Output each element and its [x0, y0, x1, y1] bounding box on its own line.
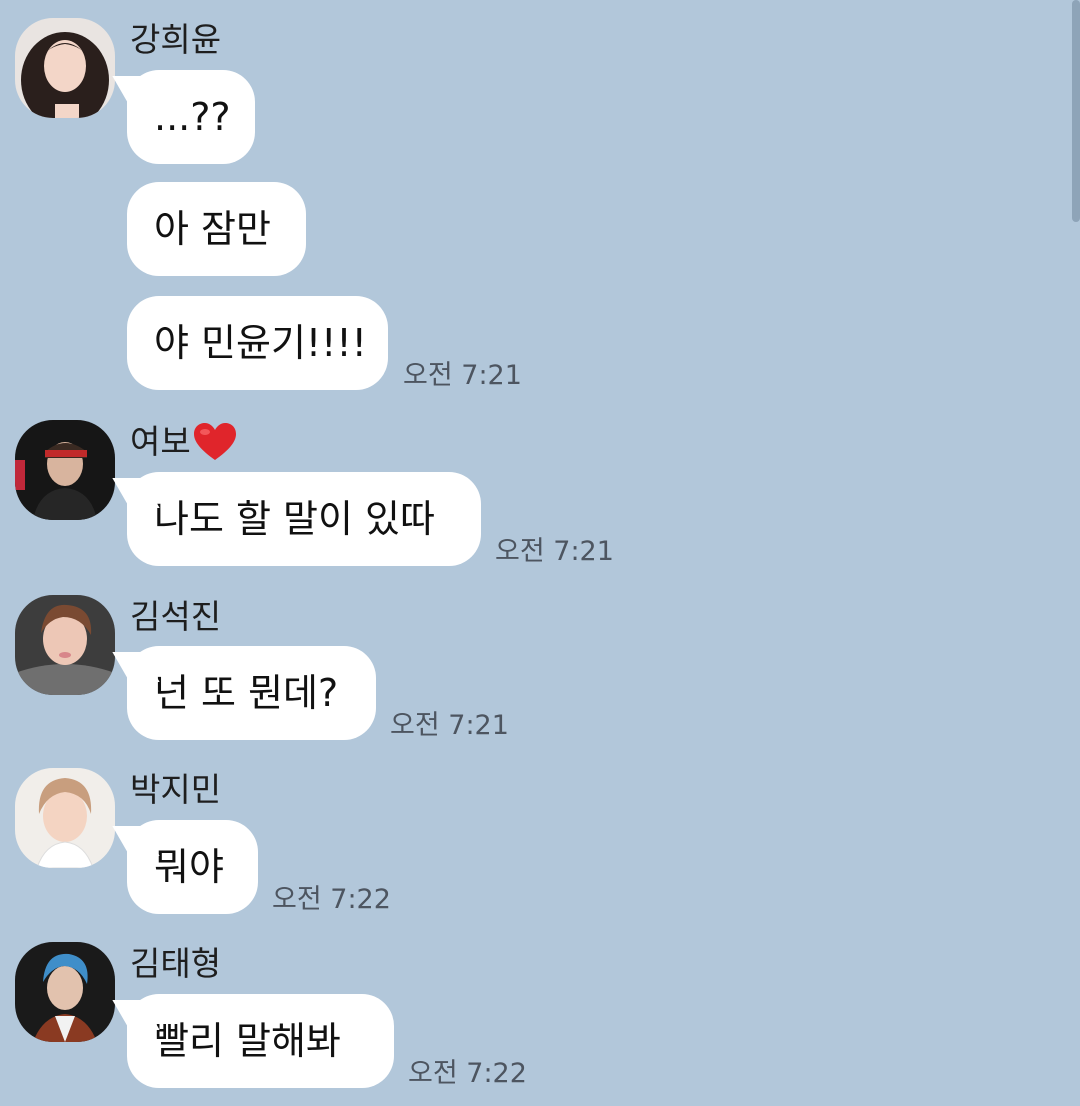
avatar[interactable]: [15, 768, 115, 868]
sender-name: 강희윤: [130, 20, 222, 59]
message-time: 오전 7:22: [408, 1058, 527, 1089]
avatar[interactable]: [15, 420, 115, 520]
message-bubble[interactable]: 야 민윤기!!!!: [127, 296, 388, 390]
sender-name: 김석진: [130, 597, 222, 636]
message-time: 오전 7:21: [390, 710, 509, 741]
chat-room: 강희윤 ...?? 아 잠만 야 민윤기!!!! 오전 7:21 여보 나도 할…: [0, 0, 1080, 1106]
heart-icon: [193, 422, 237, 462]
message-time: 오전 7:22: [272, 884, 391, 915]
message-bubble[interactable]: 나도 할 말이 있따: [127, 472, 481, 566]
sender-name: 박지민: [130, 770, 222, 809]
scrollbar[interactable]: [1072, 0, 1080, 222]
message-time: 오전 7:21: [495, 536, 614, 567]
message-bubble[interactable]: 넌 또 뭔데?: [127, 646, 376, 740]
message-bubble[interactable]: 빨리 말해봐: [127, 994, 394, 1088]
sender-name: 김태형: [130, 944, 222, 983]
avatar[interactable]: [15, 18, 115, 118]
avatar[interactable]: [15, 595, 115, 695]
message-time: 오전 7:21: [403, 360, 522, 391]
sender-name: 여보: [130, 422, 237, 462]
message-bubble[interactable]: 아 잠만: [127, 182, 306, 276]
sender-name-text: 여보: [130, 422, 191, 461]
avatar[interactable]: [15, 942, 115, 1042]
message-bubble[interactable]: 뭐야: [127, 820, 258, 914]
message-bubble[interactable]: ...??: [127, 70, 255, 164]
